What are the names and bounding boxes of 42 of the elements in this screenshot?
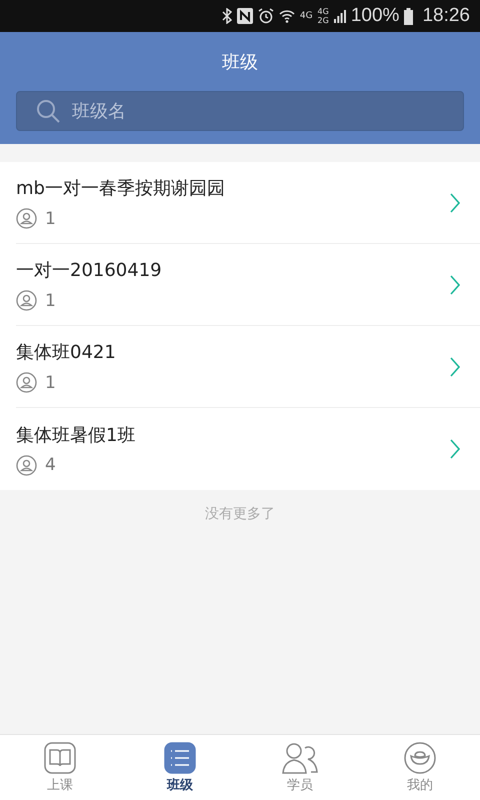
person-icon	[16, 372, 37, 393]
battery-icon	[404, 8, 414, 24]
people-icon	[281, 742, 319, 774]
chevron-right-icon	[450, 192, 460, 212]
tab[interactable]: 班级	[120, 735, 240, 800]
signal-icon	[334, 9, 346, 23]
network-label: 4G	[300, 11, 313, 21]
page-title: 班级	[222, 51, 258, 75]
book-icon	[44, 742, 76, 774]
class-name: 集体班0421	[16, 341, 116, 364]
class-name: mb一对一春季按期谢园园	[16, 177, 225, 200]
clock: 18:26	[422, 5, 470, 27]
network-label: 4G	[318, 7, 329, 16]
wifi-icon	[278, 8, 295, 24]
alarm-icon	[258, 8, 274, 24]
ingot-icon	[404, 742, 436, 774]
student-count: 1	[45, 372, 56, 392]
student-count: 1	[45, 208, 56, 228]
end-of-list-note: 没有更多了	[205, 505, 275, 523]
class-list-item[interactable]: 集体班0421 1	[16, 326, 480, 408]
class-list-item[interactable]: 集体班暑假1班 4	[16, 408, 480, 490]
network-label: 2G	[318, 16, 329, 25]
chevron-right-icon	[450, 356, 460, 376]
bluetooth-icon	[222, 8, 232, 24]
person-icon	[16, 454, 37, 476]
battery-level: 100%	[350, 5, 400, 27]
list-icon	[164, 742, 196, 774]
class-list-item[interactable]: 一对一20160419 1	[16, 244, 480, 326]
tab[interactable]: 上课	[0, 735, 120, 800]
person-icon	[16, 290, 37, 311]
class-name: 一对一20160419	[16, 259, 162, 282]
class-list-item[interactable]: mb一对一春季按期谢园园 1	[16, 162, 480, 244]
student-count: 1	[45, 290, 56, 310]
search-field[interactable]: 班级名	[16, 91, 464, 131]
class-name: 集体班暑假1班	[16, 424, 136, 446]
student-count: 4	[45, 455, 56, 475]
person-icon	[16, 208, 37, 229]
tab[interactable]: 我的	[360, 735, 480, 800]
nfc-icon	[236, 8, 253, 24]
tab[interactable]: 学员	[240, 735, 360, 800]
chevron-right-icon	[450, 274, 460, 294]
chevron-right-icon	[450, 439, 460, 459]
